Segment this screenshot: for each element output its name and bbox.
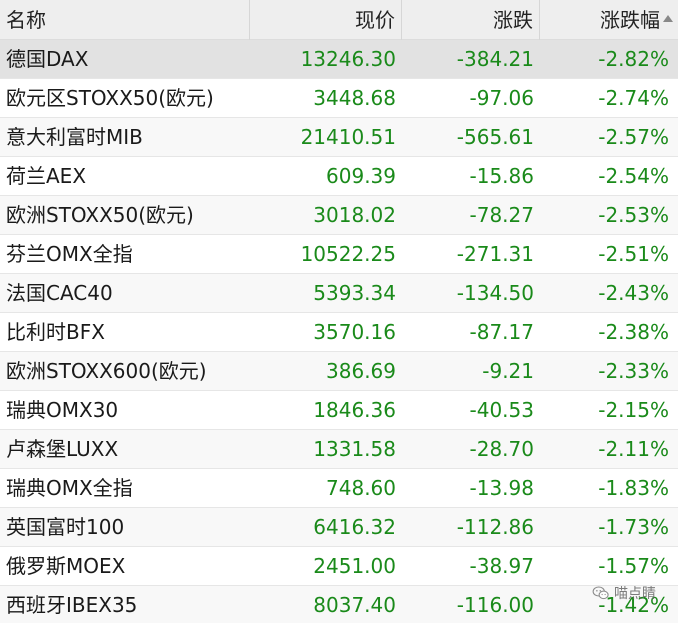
row-name: 英国富时100 (6, 515, 125, 539)
column-header-change-pct[interactable]: 涨跌幅 (540, 0, 678, 40)
row-price: 1846.36 (313, 398, 396, 422)
row-change-pct: -2.51% (598, 242, 669, 266)
row-price: 6416.32 (313, 515, 396, 539)
row-name: 德国DAX (6, 47, 89, 71)
table-row[interactable]: 欧洲STOXX50(欧元) 3018.02 -78.27 -2.53% (0, 196, 678, 235)
row-name: 芬兰OMX全指 (6, 242, 133, 266)
row-name: 瑞典OMX全指 (6, 476, 133, 500)
row-price: 3570.16 (313, 320, 396, 344)
row-price: 5393.34 (313, 281, 396, 305)
row-change-pct: -2.11% (598, 437, 669, 461)
table-row[interactable]: 法国CAC40 5393.34 -134.50 -2.43% (0, 274, 678, 313)
row-name: 比利时BFX (6, 320, 105, 344)
watermark: 喵点睛 (592, 583, 656, 603)
row-name: 欧洲STOXX50(欧元) (6, 203, 194, 227)
column-header-name[interactable]: 名称 (0, 0, 250, 40)
row-change: -38.97 (469, 554, 534, 578)
column-header-change[interactable]: 涨跌 (402, 0, 540, 40)
row-change: -13.98 (469, 476, 534, 500)
row-name: 荷兰AEX (6, 164, 87, 188)
row-change: -116.00 (456, 593, 534, 617)
table-row[interactable]: 卢森堡LUXX 1331.58 -28.70 -2.11% (0, 430, 678, 469)
row-name: 西班牙IBEX35 (6, 593, 138, 617)
row-change: -40.53 (469, 398, 534, 422)
table-row[interactable]: 意大利富时MIB 21410.51 -565.61 -2.57% (0, 118, 678, 157)
row-change-pct: -1.73% (598, 515, 669, 539)
row-price: 3448.68 (313, 86, 396, 110)
row-price: 609.39 (326, 164, 396, 188)
row-change-pct: -1.83% (598, 476, 669, 500)
row-change: -97.06 (469, 86, 534, 110)
row-name: 欧元区STOXX50(欧元) (6, 86, 214, 110)
table-row[interactable]: 西班牙IBEX35 8037.40 -116.00 -1.42% (0, 586, 678, 623)
row-price: 13246.30 (300, 47, 396, 71)
sort-descending-icon[interactable] (663, 15, 673, 22)
watermark-text: 喵点睛 (614, 586, 656, 602)
column-header-change-pct-label: 涨跌幅 (600, 8, 660, 32)
row-change-pct: -2.82% (598, 47, 669, 71)
table-row[interactable]: 俄罗斯MOEX 2451.00 -38.97 -1.57% (0, 547, 678, 586)
row-change-pct: -2.57% (598, 125, 669, 149)
row-price: 748.60 (326, 476, 396, 500)
table-row[interactable]: 欧元区STOXX50(欧元) 3448.68 -97.06 -2.74% (0, 79, 678, 118)
row-name: 法国CAC40 (6, 281, 113, 305)
table-row[interactable]: 瑞典OMX30 1846.36 -40.53 -2.15% (0, 391, 678, 430)
row-price: 8037.40 (313, 593, 396, 617)
row-change-pct: -2.33% (598, 359, 669, 383)
row-change-pct: -2.74% (598, 86, 669, 110)
row-name: 意大利富时MIB (6, 125, 143, 149)
index-quote-table: 名称 现价 涨跌 涨跌幅 德国DAX 13246.30 -384.21 -2.82% 欧… (0, 0, 678, 623)
table-row[interactable]: 欧洲STOXX600(欧元) 386.69 -9.21 -2.33% (0, 352, 678, 391)
table-row[interactable]: 比利时BFX 3570.16 -87.17 -2.38% (0, 313, 678, 352)
row-price: 2451.00 (313, 554, 396, 578)
row-name: 瑞典OMX30 (6, 398, 119, 422)
row-change: -87.17 (469, 320, 534, 344)
table-row[interactable]: 芬兰OMX全指 10522.25 -271.31 -2.51% (0, 235, 678, 274)
row-change-pct: -2.53% (598, 203, 669, 227)
row-price: 3018.02 (313, 203, 396, 227)
row-change: -15.86 (469, 164, 534, 188)
row-change: -565.61 (456, 125, 534, 149)
row-change: -28.70 (469, 437, 534, 461)
table-row[interactable]: 瑞典OMX全指 748.60 -13.98 -1.83% (0, 469, 678, 508)
row-change-pct: -2.38% (598, 320, 669, 344)
table-row[interactable]: 德国DAX 13246.30 -384.21 -2.82% (0, 40, 678, 79)
row-name: 俄罗斯MOEX (6, 554, 126, 578)
row-price: 10522.25 (300, 242, 396, 266)
table-row[interactable]: 荷兰AEX 609.39 -15.86 -2.54% (0, 157, 678, 196)
table-row[interactable]: 英国富时100 6416.32 -112.86 -1.73% (0, 508, 678, 547)
row-change-pct: -1.57% (598, 554, 669, 578)
table-header: 名称 现价 涨跌 涨跌幅 (0, 0, 678, 40)
wechat-icon (592, 586, 609, 600)
row-change: -134.50 (456, 281, 534, 305)
row-change: -384.21 (456, 47, 534, 71)
row-change-pct: -2.15% (598, 398, 669, 422)
column-header-price[interactable]: 现价 (250, 0, 402, 40)
row-change: -112.86 (456, 515, 534, 539)
row-change-pct: -2.43% (598, 281, 669, 305)
row-name: 欧洲STOXX600(欧元) (6, 359, 207, 383)
row-price: 386.69 (326, 359, 396, 383)
row-change: -78.27 (469, 203, 534, 227)
row-price: 21410.51 (300, 125, 396, 149)
row-change-pct: -2.54% (598, 164, 669, 188)
row-change: -9.21 (482, 359, 534, 383)
row-name: 卢森堡LUXX (6, 437, 119, 461)
row-change: -271.31 (456, 242, 534, 266)
table-body: 德国DAX 13246.30 -384.21 -2.82% 欧元区STOXX50(欧元)… (0, 40, 678, 623)
row-price: 1331.58 (313, 437, 396, 461)
